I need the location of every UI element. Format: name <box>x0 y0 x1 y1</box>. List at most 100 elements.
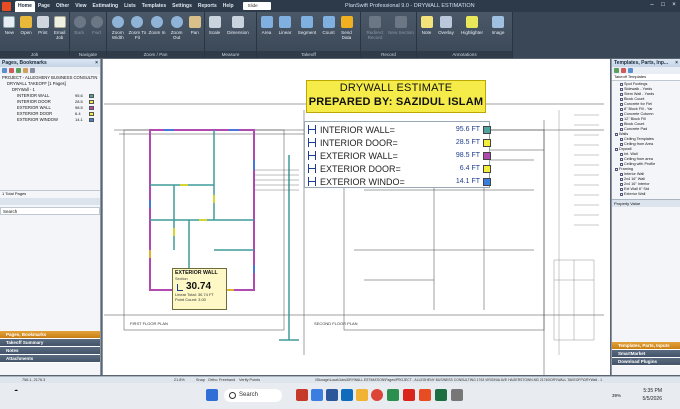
template-item[interactable]: Exterior Wall <box>613 192 679 197</box>
template-icon <box>620 162 623 166</box>
ribbon-group-zoom: Zoom Width Zoom To Fit Zoom In Zoom Out … <box>107 12 205 58</box>
chrome-icon[interactable] <box>371 389 383 401</box>
delete-icon[interactable] <box>9 68 14 73</box>
app-icon[interactable] <box>451 389 463 401</box>
panel-tabs: Pages, Bookmarks Takeoff Summary Notes A… <box>0 331 100 363</box>
app-logo-icon <box>2 1 11 11</box>
tab-takeoff-summary[interactable]: Takeoff Summary <box>0 339 100 347</box>
tab-notes[interactable]: Notes <box>0 347 100 355</box>
ribbon-toolbar: New Open Print Email Job Job Back Fwd Na… <box>0 12 680 58</box>
exterior-wall-outline[interactable] <box>149 129 255 291</box>
estimate-title: DRYWALL ESTIMATE <box>339 82 453 94</box>
excel-icon[interactable] <box>435 389 447 401</box>
minimize-icon[interactable]: – <box>648 1 656 9</box>
taskbar: ☁ Search 39% 5:35 PM 5/5/2026 <box>0 383 680 409</box>
template-icon <box>620 182 623 186</box>
add-page-icon[interactable] <box>2 68 7 73</box>
summary-row: EXTERIOR WINDO= 14.1 FT <box>305 175 491 188</box>
template-icon <box>620 102 623 106</box>
window-lines[interactable] <box>149 129 255 273</box>
dimension-icon <box>232 16 244 28</box>
count-icon <box>322 16 335 28</box>
planswift-icon[interactable] <box>419 389 431 401</box>
folder-icon <box>20 16 33 28</box>
app-window: Home Page Other View Estimating Lists Te… <box>0 0 680 409</box>
tab-download-plugins[interactable]: Download Plugins <box>612 358 680 366</box>
menu-reports[interactable]: Reports <box>195 3 220 9</box>
delete-icon[interactable] <box>621 68 626 73</box>
window-title: PlanSwift Professional 9.0 - DRYWALL EST… <box>345 3 475 9</box>
battery-indicator[interactable]: 39% <box>612 393 621 398</box>
panel-tabs: Templates, Parts, Inputs SmartMarket Dow… <box>612 342 680 366</box>
ribbon-group-label: Navigate <box>70 51 106 58</box>
folder-icon[interactable] <box>628 68 633 73</box>
ribbon-group-measure: Scale Dimension Measure <box>205 12 257 58</box>
word-icon[interactable] <box>326 389 338 401</box>
ribbon-group-label: Takeoff <box>257 51 360 58</box>
acrobat-icon[interactable] <box>403 389 415 401</box>
summary-row: INTERIOR DOOR= 28.5 FT <box>305 136 491 149</box>
color-swatch <box>89 118 94 122</box>
edge-icon[interactable] <box>341 389 353 401</box>
pages-bookmarks-panel: Pages, Bookmarks × PROJECT - ALLEGHENY BU… <box>0 59 101 375</box>
scale-icon <box>208 16 221 28</box>
add-icon[interactable] <box>614 68 619 73</box>
image-icon <box>492 16 504 28</box>
menu-home[interactable]: Home <box>15 1 35 12</box>
ribbon-group-navigate: Back Fwd Navigate <box>70 12 107 58</box>
tab-attachments[interactable]: Attachments <box>0 355 100 363</box>
menu-lists[interactable]: Lists <box>121 3 139 9</box>
app-icon[interactable] <box>311 389 323 401</box>
ribbon-group-annotations: Note Overlay Highlighter Image Annotatio… <box>417 12 513 58</box>
panel-toolbar <box>612 67 680 74</box>
template-icon <box>615 147 618 151</box>
ribbon-group-label: Annotations <box>417 51 512 58</box>
templates-panel: Templates, Parts, Inp... × Takeoff Templa… <box>611 59 680 375</box>
menu-view[interactable]: View <box>72 3 89 9</box>
overlay-icon <box>440 16 452 28</box>
settings-icon[interactable] <box>30 68 35 73</box>
plan-label-first: FIRST FLOOR PLAN <box>130 321 168 326</box>
taskbar-search[interactable]: Search <box>224 389 282 402</box>
tab-pages-bookmarks[interactable]: Pages, Bookmarks <box>0 331 100 339</box>
tab-templates[interactable]: Templates, Parts, Inputs <box>612 342 680 350</box>
bookmark-icon[interactable] <box>23 68 28 73</box>
close-icon[interactable]: × <box>670 1 678 9</box>
windows-start-icon[interactable] <box>206 389 218 401</box>
note-icon <box>420 16 433 28</box>
menu-page[interactable]: Page <box>35 3 53 9</box>
search-input[interactable]: Search <box>0 207 100 215</box>
color-swatch <box>89 100 94 104</box>
zoom-icon <box>111 16 124 28</box>
close-icon[interactable]: × <box>675 59 678 67</box>
app-icon[interactable] <box>296 389 308 401</box>
tree-item[interactable]: EXTERIOR WINDOW 14.1 <box>1 117 99 123</box>
linear-measure-icon <box>308 125 316 134</box>
template-icon <box>620 92 623 96</box>
menu-help[interactable]: Help <box>220 3 237 9</box>
zoom-out-icon <box>170 16 183 28</box>
template-icon <box>620 177 623 181</box>
tab-smartmarket[interactable]: SmartMarket <box>612 350 680 358</box>
weather-widget[interactable]: ☁ <box>14 387 18 392</box>
system-clock[interactable]: 5:35 PM 5/5/2026 <box>643 387 662 403</box>
color-swatch <box>483 177 491 186</box>
weather-icon: ☁ <box>14 387 18 392</box>
segment-icon <box>301 16 313 28</box>
template-icon <box>620 157 623 161</box>
app-icon[interactable] <box>387 389 399 401</box>
maximize-icon[interactable]: □ <box>659 1 667 9</box>
menu-estimating[interactable]: Estimating <box>90 3 122 9</box>
ribbon-group-label: Record <box>361 51 416 58</box>
menu-settings[interactable]: Settings <box>169 3 195 9</box>
templates-subtitle: Takeoff Templates <box>612 74 680 81</box>
slide-button[interactable]: Slide <box>242 2 271 10</box>
ribbon-group-job: New Open Print Email Job Job <box>0 12 70 58</box>
back-arrow-icon <box>73 16 86 28</box>
menu-templates[interactable]: Templates <box>139 3 169 9</box>
folder-icon[interactable] <box>16 68 21 73</box>
menu-other[interactable]: Other <box>53 3 72 9</box>
close-icon[interactable]: × <box>95 59 98 67</box>
file-explorer-icon[interactable] <box>356 389 368 401</box>
linear-measure-icon <box>308 164 316 173</box>
